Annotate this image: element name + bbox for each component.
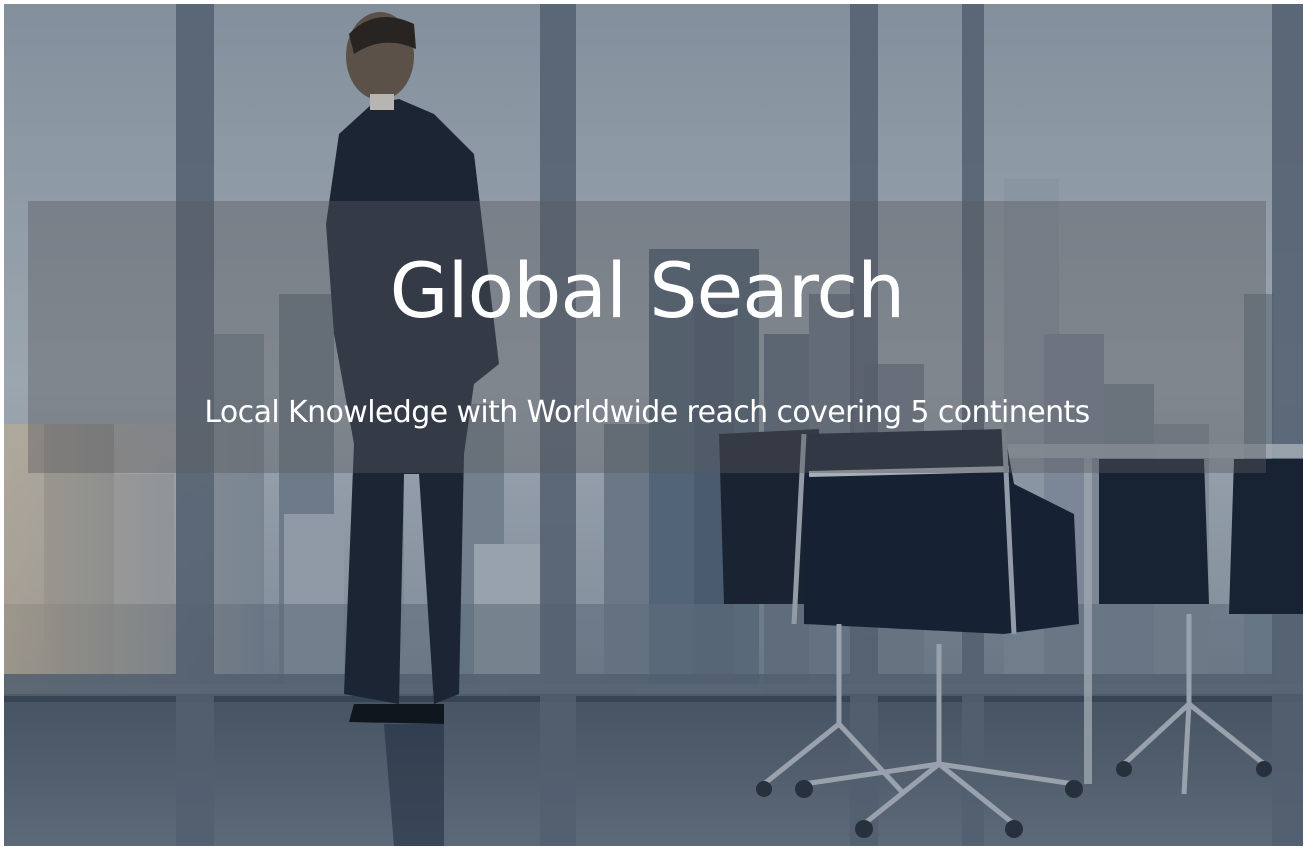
hero-subtitle: Local Knowledge with Worldwide reach cov… xyxy=(204,395,1090,430)
title-banner: Global Search Local Knowledge with World… xyxy=(28,201,1266,473)
hero-title: Global Search xyxy=(389,246,906,335)
hero-section: Global Search Local Knowledge with World… xyxy=(4,4,1303,846)
